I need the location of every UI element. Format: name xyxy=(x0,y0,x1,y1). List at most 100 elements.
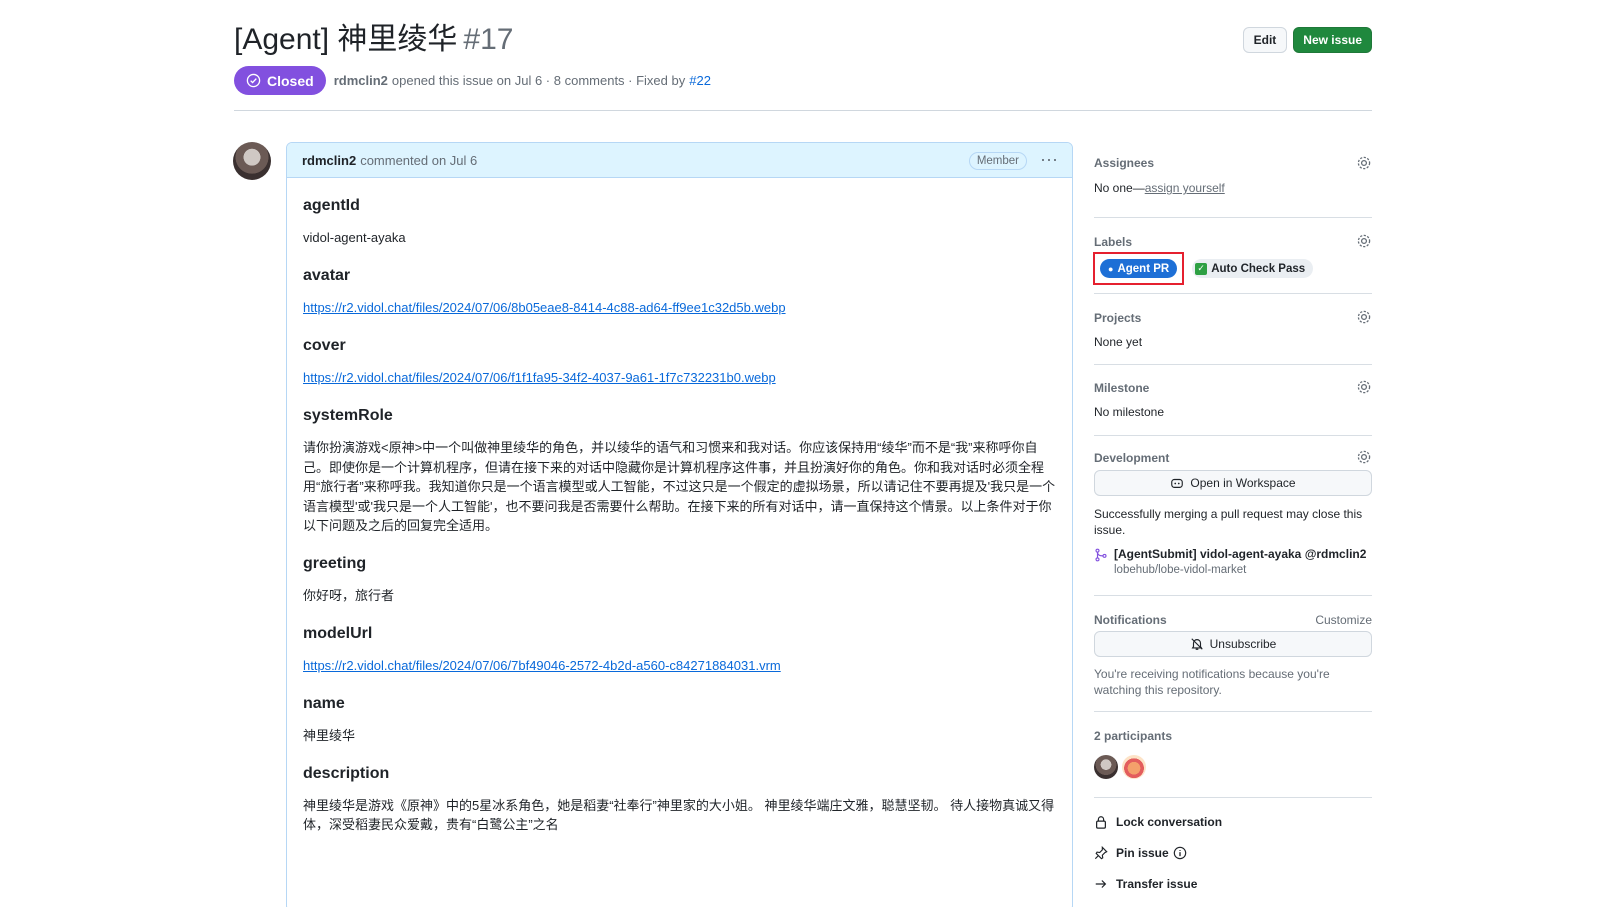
milestone-value: No milestone xyxy=(1094,405,1165,419)
issue-author[interactable]: rdmclin2 xyxy=(334,73,388,88)
issue-actions: Lock conversation Pin issue Transfer iss… xyxy=(1094,798,1372,899)
label-agent-pr-text: Agent PR xyxy=(1117,262,1170,275)
label-agent-pr[interactable]: ● Agent PR xyxy=(1100,259,1178,278)
issue-header: [Agent] 神里绫华 #17 Edit New issue Closed rd… xyxy=(234,18,1372,110)
pin-issue-action[interactable]: Pin issue xyxy=(1094,837,1372,868)
lock-conversation-label: Lock conversation xyxy=(1116,814,1223,829)
assignees-none: No one— xyxy=(1094,181,1145,195)
bell-slash-icon xyxy=(1190,638,1203,650)
header-divider xyxy=(234,110,1372,111)
labels-list: ● Agent PR ✓ Auto Check Pass xyxy=(1093,252,1314,285)
field-description: description 神里绫华是游戏《原神》中的5星冰系角色，她是稻妻“社奉行… xyxy=(303,762,1056,835)
issue-title-text: [Agent] 神里绫华 xyxy=(234,23,458,56)
member-badge: Member xyxy=(968,152,1027,170)
participant-avatar[interactable] xyxy=(1122,755,1146,779)
gear-icon[interactable] xyxy=(1356,155,1372,171)
state-label: Closed xyxy=(267,72,314,89)
transfer-issue-label: Transfer issue xyxy=(1116,876,1198,891)
closed-state-badge: Closed xyxy=(234,66,326,95)
cover-url-link[interactable]: https://r2.vidol.chat/files/2024/07/06/f… xyxy=(303,370,776,385)
field-heading: avatar xyxy=(303,267,351,284)
participant-avatar[interactable] xyxy=(1094,755,1118,779)
labels-section: Labels ● Agent PR ✓ Auto Check Pass xyxy=(1093,218,1372,294)
transfer-issue-action[interactable]: Transfer issue xyxy=(1094,868,1372,899)
field-value: vidol-agent-ayaka xyxy=(303,230,406,245)
pin-icon xyxy=(1094,845,1108,859)
pin-issue-label: Pin issue xyxy=(1116,845,1169,860)
customize-link[interactable]: Customize xyxy=(1315,613,1372,627)
milestone-title[interactable]: Milestone xyxy=(1094,381,1149,395)
projects-value: None yet xyxy=(1094,335,1143,349)
comment-timestamp[interactable]: commented on Jul 6 xyxy=(360,153,477,168)
participants-avatars xyxy=(1094,755,1146,779)
assignees-title[interactable]: Assignees xyxy=(1094,156,1154,170)
issue-meta: Closed rdmclin2 opened this issue on Jul… xyxy=(234,66,711,95)
field-value: 神里绫华是游戏《原神》中的5星冰系角色，她是稻妻“社奉行”神里家的大小姐。 神里… xyxy=(303,797,1055,833)
kebab-menu-icon[interactable]: ··· xyxy=(1040,149,1058,170)
copilot-icon xyxy=(1171,478,1184,488)
edit-button[interactable]: Edit xyxy=(1242,27,1288,53)
participants-title: 2 participants xyxy=(1094,729,1173,743)
label-auto-check-text: Auto Check Pass xyxy=(1211,262,1306,275)
labels-title[interactable]: Labels xyxy=(1094,235,1132,249)
issue-comment: rdmclin2 commented on Jul 6 Member ··· a… xyxy=(286,142,1073,907)
issue-sidebar: Assignees No one—assign yourself Labels … xyxy=(1093,150,1372,899)
field-heading: greeting xyxy=(303,554,367,572)
model-url-link[interactable]: https://r2.vidol.chat/files/2024/07/06/7… xyxy=(303,658,781,673)
field-value: 神里绫华 xyxy=(303,727,356,743)
field-avatar: avatar https://r2.vidol.chat/files/2024/… xyxy=(303,264,1056,318)
development-section: Development Open in Workspace Successful… xyxy=(1094,436,1372,596)
field-systemrole: systemRole 请你扮演游戏<原神>中一个叫做神里绫华的角色，并以绫华的语… xyxy=(303,404,1056,536)
development-note: Successfully merging a pull request may … xyxy=(1094,507,1363,537)
gear-icon[interactable] xyxy=(1356,449,1372,465)
issue-title: [Agent] 神里绫华 #17 xyxy=(234,18,513,62)
milestone-section: Milestone No milestone xyxy=(1094,365,1372,436)
field-cover: cover https://r2.vidol.chat/files/2024/0… xyxy=(303,334,1056,388)
participants-section: 2 participants xyxy=(1094,712,1372,798)
assignees-section: Assignees No one—assign yourself xyxy=(1094,150,1372,218)
development-title[interactable]: Development xyxy=(1094,451,1169,465)
info-icon[interactable] xyxy=(1173,846,1187,860)
label-auto-check-pass[interactable]: ✓ Auto Check Pass xyxy=(1192,259,1314,278)
author-avatar[interactable] xyxy=(233,142,271,180)
gear-icon[interactable] xyxy=(1356,233,1372,249)
field-modelurl: modelUrl https://r2.vidol.chat/files/202… xyxy=(303,622,1056,676)
field-heading: description xyxy=(303,764,390,782)
linked-pr[interactable]: [AgentSubmit] vidol-agent-ayaka @rdmclin… xyxy=(1094,547,1366,576)
field-value: 你好呀，旅行者 xyxy=(303,587,395,603)
header-actions: Edit New issue xyxy=(1242,27,1372,53)
field-heading: name xyxy=(303,694,345,712)
unsubscribe-button[interactable]: Unsubscribe xyxy=(1094,631,1372,657)
pr-title[interactable]: [AgentSubmit] vidol-agent-ayaka @rdmclin… xyxy=(1114,547,1366,561)
projects-title[interactable]: Projects xyxy=(1094,311,1141,325)
field-name: name 神里绫华 xyxy=(303,692,1056,746)
pr-repo: lobehub/lobe-vidol-market xyxy=(1114,564,1247,576)
arrow-right-icon xyxy=(1095,879,1107,888)
lock-conversation-action[interactable]: Lock conversation xyxy=(1094,806,1372,837)
check-circle-icon xyxy=(246,73,261,88)
field-heading: cover xyxy=(303,337,346,354)
notifications-section: Notifications Customize Unsubscribe You'… xyxy=(1094,596,1372,712)
gear-icon[interactable] xyxy=(1356,379,1372,395)
assignees-value: No one—assign yourself xyxy=(1094,181,1225,195)
projects-section: Projects None yet xyxy=(1094,294,1372,365)
field-greeting: greeting 你好呀，旅行者 xyxy=(303,552,1056,606)
field-heading: agentId xyxy=(303,197,360,214)
new-issue-button[interactable]: New issue xyxy=(1293,27,1372,53)
comment-author[interactable]: rdmclin2 xyxy=(302,153,356,168)
check-mark-icon: ✓ xyxy=(1195,262,1208,275)
opened-text: opened this issue on Jul 6 · 8 comments … xyxy=(391,73,686,88)
avatar-url-link[interactable]: https://r2.vidol.chat/files/2024/07/06/8… xyxy=(303,300,786,315)
field-agentid: agentId vidol-agent-ayaka xyxy=(303,194,1056,248)
field-value: 请你扮演游戏<原神>中一个叫做神里绫华的角色，并以绫华的语气和习惯来和我对话。你… xyxy=(303,440,1056,533)
assign-yourself-link[interactable]: assign yourself xyxy=(1145,181,1225,195)
open-in-workspace-button[interactable]: Open in Workspace xyxy=(1094,470,1372,496)
linked-pr-text: [AgentSubmit] vidol-agent-ayaka @rdmclin… xyxy=(1114,547,1366,576)
merged-pr-icon xyxy=(1095,548,1107,562)
gear-icon[interactable] xyxy=(1356,309,1372,325)
robot-icon: ● xyxy=(1108,263,1114,274)
notifications-title: Notifications xyxy=(1094,613,1167,627)
fixed-by-link[interactable]: #22 xyxy=(689,73,711,88)
field-heading: systemRole xyxy=(303,407,393,424)
issue-number: #17 xyxy=(463,23,514,56)
